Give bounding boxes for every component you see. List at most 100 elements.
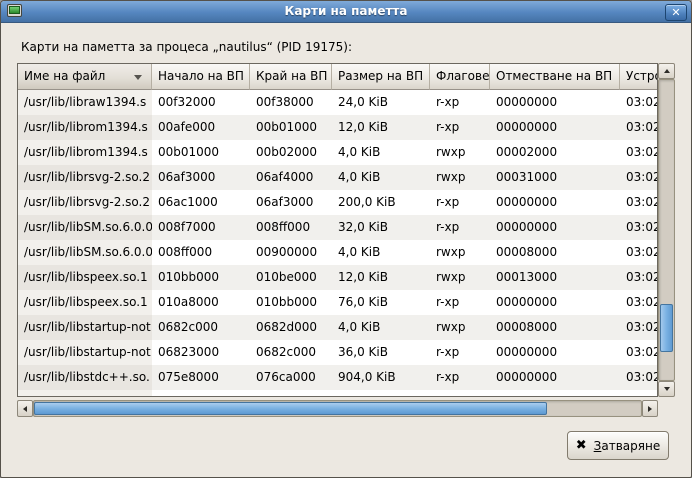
vertical-scrollbar[interactable] xyxy=(658,63,675,397)
arrow-down-icon xyxy=(664,387,670,391)
vertical-scrollbar-track[interactable] xyxy=(658,79,675,381)
memory-maps-table: Име на файл Начало на ВП Край на ВП Размер … xyxy=(17,63,658,397)
table-cell: r-xp xyxy=(430,340,490,365)
table-cell: r-xp xyxy=(430,365,490,390)
column-header[interactable]: Отместване на ВП xyxy=(490,64,620,90)
column-header-label: Размер на ВП xyxy=(338,69,423,83)
table-cell: 00f38000 xyxy=(250,90,332,115)
table-cell: rwxp xyxy=(430,240,490,265)
close-dialog-button[interactable]: ✖ Затваряне xyxy=(567,431,669,460)
table-cell: 00900000 xyxy=(250,240,332,265)
table-cell: 008ff000 xyxy=(152,240,250,265)
table-cell: /usr/lib/libSM.so.6.0.0 xyxy=(18,215,152,240)
horizontal-scrollbar[interactable] xyxy=(17,400,658,417)
table-cell: 03:02 xyxy=(620,290,657,315)
table-cell: 00f32000 xyxy=(152,90,250,115)
table-cell: 4,0 KiB xyxy=(332,140,430,165)
table-cell: /usr/lib/libstdc++.so. xyxy=(18,365,152,390)
table-row[interactable]: /usr/lib/libstartup-not0682c0000682d0004… xyxy=(18,315,657,340)
table-row[interactable]: /usr/lib/librsvg-2.so.206ac100006af30002… xyxy=(18,190,657,215)
table-cell: 008ff000 xyxy=(250,215,332,240)
table-cell: 06ac1000 xyxy=(152,190,250,215)
column-header-label: Край на ВП xyxy=(256,69,327,83)
table-cell: r-xp xyxy=(430,215,490,240)
scroll-left-button[interactable] xyxy=(17,400,33,417)
window-close-button[interactable]: ✕ xyxy=(665,4,687,21)
table-cell: r-xp xyxy=(430,90,490,115)
table-cell: 4,0 KiB xyxy=(332,165,430,190)
table-cell: 00000000 xyxy=(490,90,620,115)
titlebar[interactable]: Карти на паметта ✕ xyxy=(1,1,691,23)
table-cell: /usr/lib/libraw1394.s xyxy=(18,90,152,115)
table-cell: /usr/lib/librsvg-2.so.2 xyxy=(18,165,152,190)
table-row[interactable]: /usr/lib/librsvg-2.so.206af300006af40004… xyxy=(18,165,657,190)
table-cell: 00000000 xyxy=(490,215,620,240)
table-row[interactable]: /usr/lib/libspeex.so.1010bb000010be00012… xyxy=(18,265,657,290)
column-header[interactable]: Край на ВП xyxy=(250,64,332,90)
table-body: /usr/lib/libraw1394.s00f3200000f3800024,… xyxy=(18,90,657,397)
table-cell: /usr/lib/libspeex.so.1 xyxy=(18,265,152,290)
table-cell: 12,0 KiB xyxy=(332,115,430,140)
table-row[interactable]: /usr/lib/librom1394.s00afe00000b0100012,… xyxy=(18,115,657,140)
table-cell: 06af3000 xyxy=(152,165,250,190)
table-row[interactable]: /usr/lib/libSM.so.6.0.0008ff000009000004… xyxy=(18,240,657,265)
table-cell: 0682c000 xyxy=(152,315,250,340)
close-icon: ✕ xyxy=(671,6,680,19)
table-cell: 76,0 KiB xyxy=(332,290,430,315)
table-cell: 06823000 xyxy=(152,340,250,365)
table-cell: 4,0 KiB xyxy=(332,240,430,265)
table-cell: /usr/lib/librsvg-2.so.2 xyxy=(18,190,152,215)
table-row[interactable]: /usr/lib/libstdc++.so.075e8000076ca00090… xyxy=(18,365,657,390)
table-cell: 075e8000 xyxy=(152,365,250,390)
column-header-label: Устро xyxy=(626,69,657,83)
arrow-up-icon xyxy=(664,69,670,73)
table-cell: 0682d000 xyxy=(250,315,332,340)
table-cell: 00002000 xyxy=(490,140,620,165)
table-cell: rwxp xyxy=(430,315,490,340)
table-row[interactable]: /usr/lib/libraw1394.s00f3200000f3800024,… xyxy=(18,90,657,115)
table-cell: 00b01000 xyxy=(250,115,332,140)
table-cell: 24,0 KiB xyxy=(332,90,430,115)
process-description-label: Карти на паметта за процеса „nautilus“ (… xyxy=(21,40,352,54)
column-header[interactable]: Размер на ВП xyxy=(332,64,430,90)
table-cell: 03:02 xyxy=(620,115,657,140)
table-cell: 12,0 KiB xyxy=(332,265,430,290)
column-header[interactable]: Устро xyxy=(620,64,657,90)
table-cell: 03:02 xyxy=(620,90,657,115)
table-row[interactable]: /usr/lib/libspeex.so.1010a8000010bb00076… xyxy=(18,290,657,315)
window-title: Карти на паметта xyxy=(31,4,661,18)
column-header-label: Отместване на ВП xyxy=(496,69,612,83)
table-cell: 904,0 KiB xyxy=(332,365,430,390)
table-cell: r-xp xyxy=(430,190,490,215)
horizontal-scrollbar-thumb[interactable] xyxy=(34,402,547,415)
table-cell: 010be000 xyxy=(250,265,332,290)
table-cell: 00031000 xyxy=(490,165,620,190)
table-cell: 36,0 KiB xyxy=(332,340,430,365)
table-cell: /usr/lib/libstartup-not xyxy=(18,340,152,365)
column-header[interactable]: Флагове xyxy=(430,64,490,90)
table-cell: 010bb000 xyxy=(152,265,250,290)
table-cell: rwxp xyxy=(430,140,490,165)
table-filler-row xyxy=(18,390,657,397)
table-cell: 010bb000 xyxy=(250,290,332,315)
table-filler-cell xyxy=(18,390,152,397)
table-row[interactable]: /usr/lib/libSM.so.6.0.0008f7000008ff0003… xyxy=(18,215,657,240)
table-cell: 00000000 xyxy=(490,115,620,140)
scroll-down-button[interactable] xyxy=(658,381,675,397)
sort-descending-icon xyxy=(134,75,142,80)
column-header[interactable]: Име на файл xyxy=(18,64,152,90)
column-header-label: Име на файл xyxy=(24,69,105,83)
scroll-right-button[interactable] xyxy=(642,400,658,417)
table-cell: 00afe000 xyxy=(152,115,250,140)
table-cell: 00000000 xyxy=(490,340,620,365)
column-header[interactable]: Начало на ВП xyxy=(152,64,250,90)
table-cell: 00000000 xyxy=(490,290,620,315)
table-row[interactable]: /usr/lib/libstartup-not068230000682c0003… xyxy=(18,340,657,365)
horizontal-scrollbar-track[interactable] xyxy=(33,400,642,417)
table-cell: 03:02 xyxy=(620,165,657,190)
table-cell: 03:02 xyxy=(620,140,657,165)
table-row[interactable]: /usr/lib/librom1394.s00b0100000b020004,0… xyxy=(18,140,657,165)
vertical-scrollbar-thumb[interactable] xyxy=(660,304,673,352)
scroll-up-button[interactable] xyxy=(658,63,675,79)
table-cell: 076ca000 xyxy=(250,365,332,390)
